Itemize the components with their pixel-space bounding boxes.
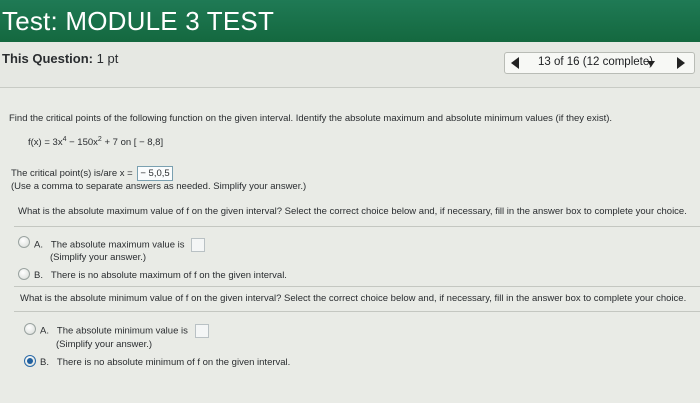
critical-points-hint: (Use a comma to separate answers as need… [11, 181, 307, 192]
min-choice-a: A. The absolute minimum value is [40, 324, 209, 338]
max-choice-a-radio[interactable] [18, 236, 30, 248]
min-choice-a-letter: A. [40, 325, 49, 337]
min-choice-a-text: The absolute minimum value is [56, 325, 188, 337]
function-suffix: + 7 on [ − 8,8] [101, 137, 164, 148]
function-mid: − 150x [66, 137, 98, 148]
min-choice-b-letter: B. [40, 357, 49, 368]
min-question: What is the absolute minimum value of f … [20, 293, 687, 304]
min-choice-a-radio[interactable] [24, 323, 36, 335]
critical-points-label: The critical point(s) is/are x = [11, 168, 133, 179]
min-value-input[interactable] [194, 324, 209, 338]
max-choice-b-text: There is no absolute maximum of f on the… [50, 270, 287, 281]
previous-question-icon[interactable] [511, 57, 519, 69]
test-title: Test: MODULE 3 TEST [2, 6, 275, 36]
critical-points-line: The critical point(s) is/are x = − 5,0,5 [11, 166, 173, 181]
question-dropdown-icon[interactable] [647, 61, 655, 67]
question-points: This Question: 1 pt [2, 51, 118, 66]
divider-max-top [14, 226, 700, 227]
min-choice-b-text: There is no absolute minimum of f on the… [56, 357, 291, 368]
max-choice-b: B. There is no absolute maximum of f on … [34, 270, 287, 281]
min-choice-b: B. There is no absolute minimum of f on … [40, 357, 290, 368]
question-content: Find the critical points of the followin… [0, 89, 700, 403]
next-question-icon[interactable] [677, 57, 685, 69]
max-value-input[interactable] [191, 238, 206, 252]
critical-points-answer[interactable]: − 5,0,5 [137, 166, 173, 181]
question-bar: This Question: 1 pt 13 of 16 (12 complet… [0, 42, 700, 88]
divider-min-top [14, 286, 700, 287]
question-instruction: Find the critical points of the followin… [9, 113, 613, 124]
test-header: Test: MODULE 3 TEST [0, 0, 700, 42]
exponent-4: 4 [62, 136, 67, 143]
function-expression: f(x) = 3x4 − 150x2 + 7 on [ − 8,8] [28, 136, 164, 148]
points-value: 1 pt [96, 51, 119, 66]
max-choice-a-text: The absolute maximum value is [50, 239, 185, 251]
max-choice-b-radio[interactable] [18, 268, 30, 280]
this-question-label: This Question: [2, 51, 93, 66]
divider-min-choices [14, 311, 700, 312]
max-choice-a-letter: A. [34, 239, 43, 251]
max-choice-a: A. The absolute maximum value is [34, 238, 206, 252]
question-progress[interactable]: 13 of 16 (12 complete) [538, 56, 653, 68]
max-choice-a-hint: (Simplify your answer.) [50, 252, 147, 263]
min-choice-a-hint: (Simplify your answer.) [56, 339, 153, 350]
max-question: What is the absolute maximum value of f … [18, 206, 687, 217]
question-navigator: 13 of 16 (12 complete) [504, 52, 695, 74]
function-prefix: f(x) = 3x [28, 137, 63, 148]
max-choice-b-letter: B. [34, 270, 43, 281]
exponent-2: 2 [97, 136, 102, 143]
min-choice-b-radio[interactable] [24, 355, 36, 367]
